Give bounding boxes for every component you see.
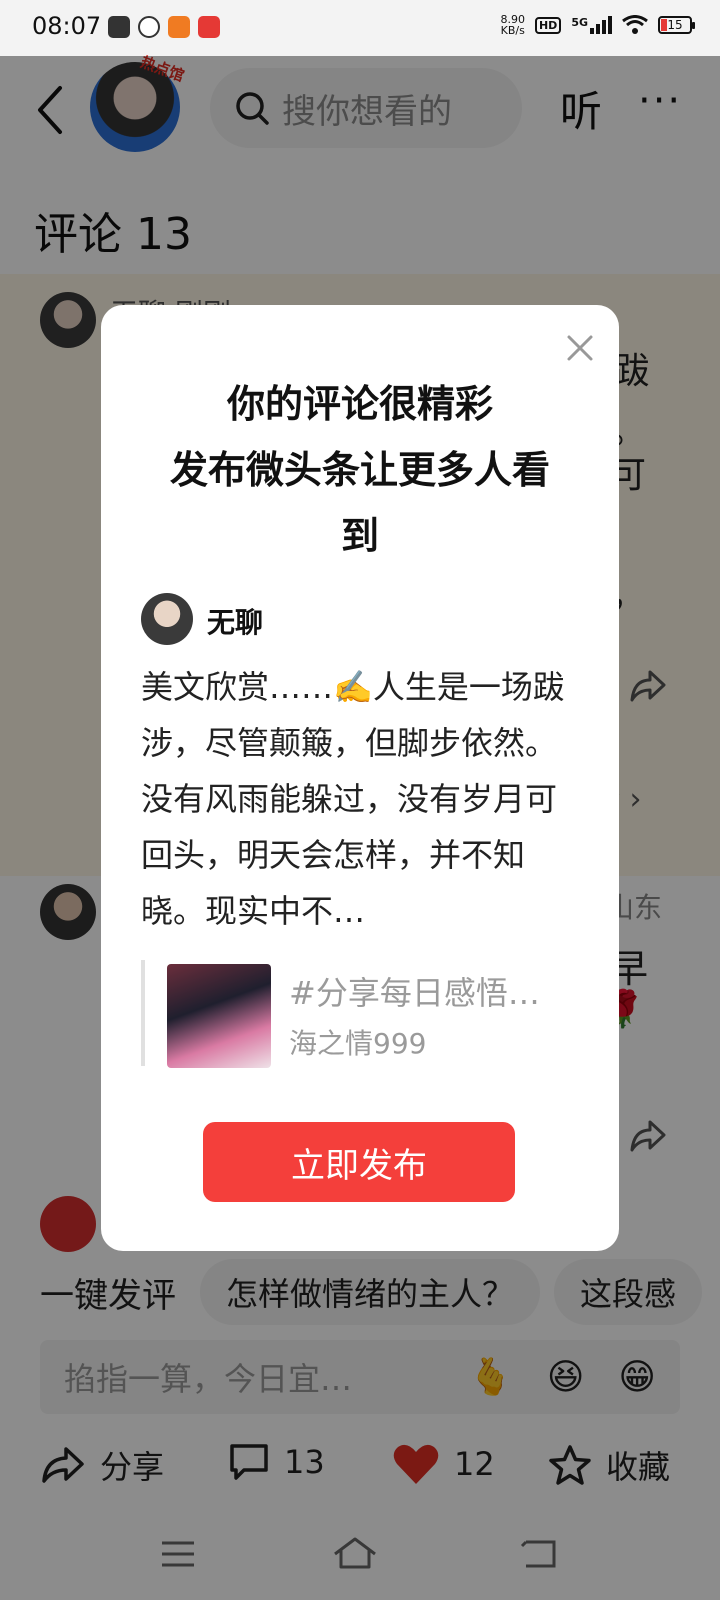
toutiao-icon xyxy=(198,16,220,38)
status-time: 08:07 xyxy=(32,12,102,40)
publish-button[interactable]: 立即发布 xyxy=(203,1122,515,1202)
battery-level: 15 xyxy=(667,18,683,32)
author-avatar xyxy=(141,593,193,645)
status-bar: 08:07 8.90 KB/s HD 5G 15 xyxy=(0,0,720,56)
wifi-icon xyxy=(622,15,648,34)
app-notification-icon-2 xyxy=(168,16,190,38)
quoted-article-title: #分享每日感悟… xyxy=(289,974,540,1012)
hd-badge: HD xyxy=(534,16,562,34)
author-name: 无聊 xyxy=(207,606,264,639)
signal-icon: 5G xyxy=(571,16,612,34)
dialog-title-line: 到 xyxy=(340,514,379,558)
publish-dialog: 你的评论很精彩 发布微头条让更多人看 到 无聊 美文欣赏……✍️人生是一场跋涉，… xyxy=(101,305,619,1251)
wechat-icon xyxy=(138,16,160,38)
close-icon[interactable] xyxy=(565,333,595,363)
dialog-title: 你的评论很精彩 发布微头条让更多人看 到 xyxy=(131,371,589,569)
quoted-article: #分享每日感悟… 海之情999 xyxy=(141,960,561,1068)
net-speed: 8.90 KB/s xyxy=(500,13,525,37)
comment-preview-text: 美文欣赏……✍️人生是一场跋涉，尽管颠簸，但脚步依然。没有风雨能躲过，没有岁月可… xyxy=(141,668,565,930)
status-right: 8.90 KB/s HD 5G 15 xyxy=(500,13,695,37)
signal-label: 5G xyxy=(571,16,588,29)
app-notification-icon xyxy=(108,16,130,38)
dialog-title-line: 你的评论很精彩 xyxy=(226,382,493,426)
quoted-article-author: 海之情999 xyxy=(289,1027,427,1060)
battery-icon: 15 xyxy=(658,16,695,34)
dialog-title-line: 发布微头条让更多人看 xyxy=(169,448,550,492)
quoted-article-thumbnail xyxy=(167,964,271,1068)
